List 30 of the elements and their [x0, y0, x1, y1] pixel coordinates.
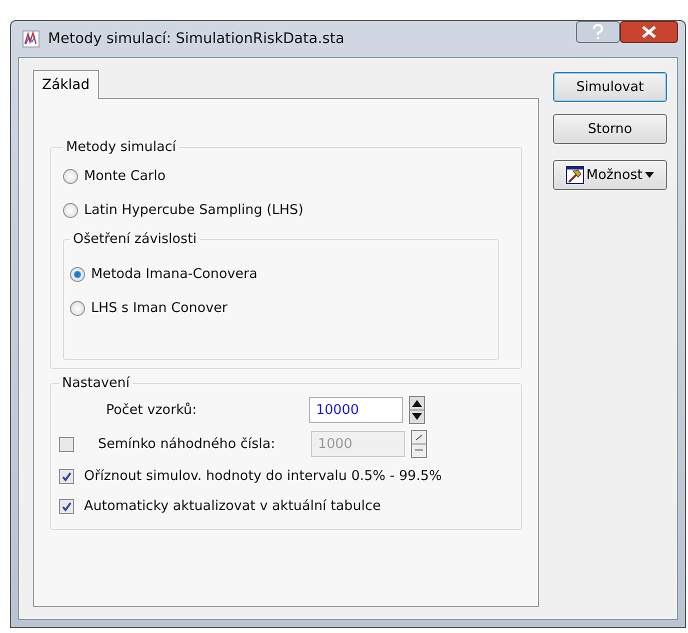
spinner-icon[interactable] [411, 430, 427, 458]
group-title: Ošetření závislosti [72, 231, 198, 247]
radio-button[interactable] [63, 168, 78, 184]
radio-label: Monte Carlo [84, 168, 166, 184]
options-button[interactable]: Možnost [553, 160, 667, 190]
app-icon [22, 30, 40, 48]
radio-label: Latin Hypercube Sampling (LHS) [84, 202, 304, 218]
radio-button[interactable] [63, 202, 78, 218]
checkbox-label: Automaticky aktualizovat v aktuální tabulce [84, 498, 381, 514]
window-title: Metody simulací: SimulationRiskData.sta [48, 31, 344, 47]
radio-label: Metoda Imana-Conovera [91, 266, 258, 282]
radio-button[interactable] [70, 300, 85, 316]
tab[interactable]: Základ [33, 70, 99, 99]
checkbox-label: Oříznout simulov. hodnoty do intervalu 0.5% - 99.5% [84, 468, 442, 484]
simulate-button[interactable]: Simulovat [553, 72, 667, 102]
cancel-button[interactable]: Storno [553, 114, 667, 144]
radio-label: LHS s Iman Conover [91, 300, 228, 316]
group-title: Nastavení [61, 375, 131, 391]
spinner-icon[interactable] [409, 396, 425, 424]
checkbox[interactable] [59, 468, 74, 484]
group-title: Metody simulací [65, 139, 178, 155]
caret-icon [644, 172, 654, 178]
close-button[interactable] [620, 21, 678, 43]
help-button[interactable] [576, 21, 620, 43]
radio-button[interactable] [70, 266, 85, 282]
number-field[interactable]: 10000 [309, 397, 403, 423]
checkbox[interactable] [59, 498, 74, 514]
hammer-icon [566, 166, 584, 184]
field-label: Semínko náhodného čísla: [97, 436, 276, 452]
field-label: Počet vzorků: [105, 402, 198, 418]
